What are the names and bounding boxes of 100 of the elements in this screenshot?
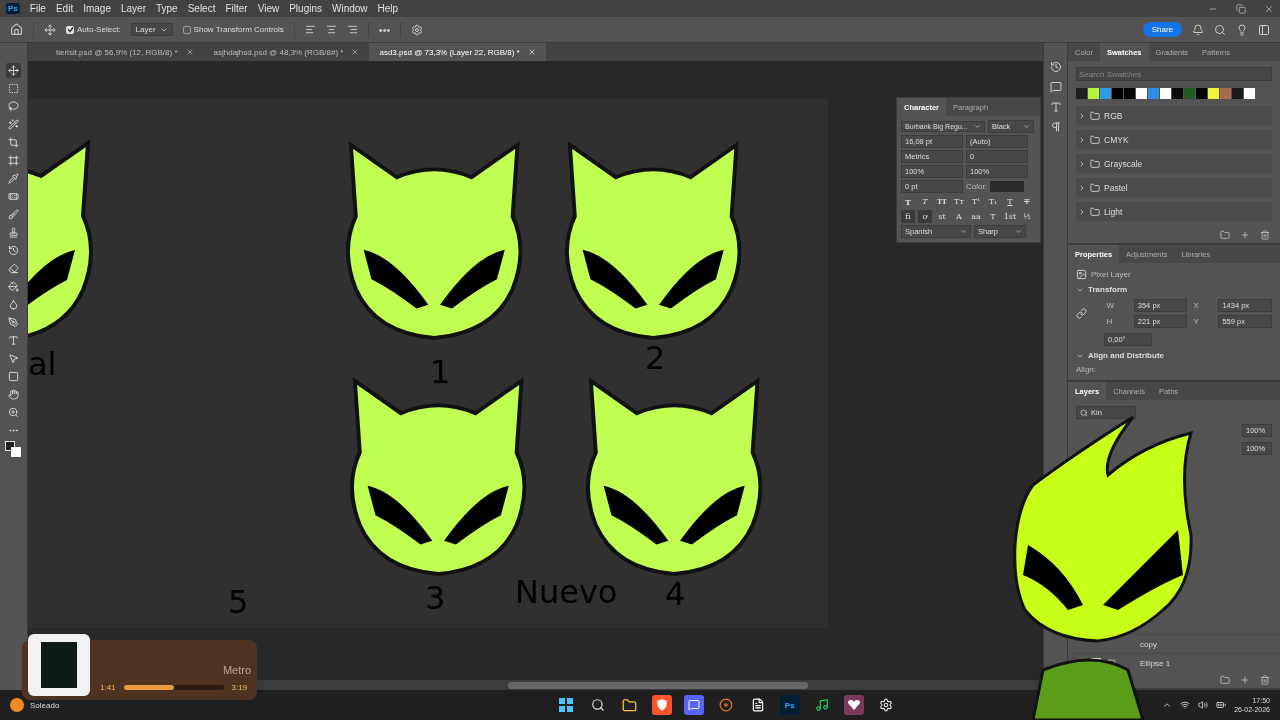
color-swatch[interactable] (1220, 88, 1231, 99)
color-field[interactable] (990, 181, 1025, 192)
color-swatch[interactable] (1184, 88, 1195, 99)
trash-icon[interactable] (1260, 675, 1270, 685)
transform-controls-checkbox[interactable]: Show Transform Controls (182, 25, 284, 34)
opentype-button[interactable]: T (986, 210, 1000, 223)
document-tab[interactable]: asjhdajhsd.psd @ 48,3% (RGB/8#) * (203, 43, 370, 61)
speaker-icon[interactable] (1198, 700, 1209, 710)
scrollbar-thumb[interactable] (508, 681, 808, 689)
color-swatch[interactable] (1124, 88, 1135, 99)
menu-item[interactable]: File (29, 3, 46, 14)
close-icon[interactable] (1264, 3, 1274, 14)
menu-item[interactable]: Type (155, 3, 178, 14)
swatch-folder[interactable]: CMYK (1076, 130, 1272, 149)
type-icon[interactable] (6, 333, 21, 348)
opentype-button[interactable]: aa (969, 210, 983, 223)
align-left-icon[interactable] (304, 24, 316, 35)
layer-dropdown[interactable]: Layer (130, 23, 173, 36)
swatch-folder[interactable]: Pastel (1076, 178, 1272, 197)
color-swatch[interactable] (1136, 88, 1147, 99)
taskbar-app-button[interactable]: Ps (779, 695, 800, 715)
home-icon[interactable] (10, 23, 23, 36)
wifi-icon[interactable] (1180, 700, 1191, 710)
color-swatch[interactable] (1112, 88, 1123, 99)
trash-icon[interactable] (1260, 230, 1270, 240)
crop-icon[interactable] (6, 135, 21, 150)
panel-icon[interactable] (1258, 23, 1270, 36)
comment-icon[interactable] (1049, 81, 1062, 93)
opentype-button[interactable]: fi (901, 210, 915, 223)
lightbulb-icon[interactable] (1236, 23, 1248, 36)
zoom-icon[interactable] (6, 405, 21, 420)
opentype-button[interactable]: A (952, 210, 966, 223)
eraser-icon[interactable] (6, 261, 21, 276)
marquee-icon[interactable] (6, 81, 21, 96)
progress-track[interactable] (123, 685, 224, 690)
stamp-icon[interactable] (6, 225, 21, 240)
swatch-folder[interactable]: RGB (1076, 106, 1272, 125)
color-swatch[interactable] (1232, 88, 1243, 99)
bell-icon[interactable] (1192, 23, 1204, 36)
frame-icon[interactable] (6, 153, 21, 168)
color-swatch[interactable] (1244, 88, 1255, 99)
color-swatch[interactable] (1100, 88, 1111, 99)
opentype-button[interactable]: ½ (1020, 210, 1034, 223)
color-swatch[interactable] (1160, 88, 1171, 99)
document-tab[interactable]: asd3.psd @ 73,3% (Layer 22, RGB/8) * (369, 43, 546, 61)
text-style-button[interactable]: Tт (952, 195, 966, 208)
text-style-button[interactable]: T (918, 195, 932, 208)
lasso-icon[interactable] (6, 99, 21, 114)
close-icon[interactable] (351, 48, 360, 56)
history-icon[interactable] (1049, 61, 1062, 73)
chat-icon[interactable] (683, 695, 704, 715)
color-swatch[interactable] (1208, 88, 1219, 99)
restore-icon[interactable] (1236, 3, 1246, 14)
hand-icon[interactable] (6, 387, 21, 402)
menu-item[interactable]: Plugins (289, 3, 322, 14)
menu-item[interactable]: Image (83, 3, 111, 14)
menu-item[interactable]: Window (332, 3, 368, 14)
opentype-button[interactable]: 1st (1003, 210, 1017, 223)
add-icon[interactable] (1240, 675, 1250, 685)
menu-item[interactable]: Help (377, 3, 399, 14)
chevron-icon[interactable] (1162, 700, 1173, 710)
eyedropper-icon[interactable] (6, 171, 21, 186)
menu-item[interactable]: View (257, 3, 280, 14)
menu-item[interactable]: Filter (225, 3, 248, 14)
pointer-icon[interactable] (6, 351, 21, 366)
color-swatch[interactable] (1088, 88, 1099, 99)
color-swatch[interactable] (1196, 88, 1207, 99)
share-button[interactable]: Share (1142, 22, 1182, 37)
brush-icon[interactable] (6, 207, 21, 222)
text-style-button[interactable]: T₁ (986, 195, 1000, 208)
more-options-button[interactable]: ••• (378, 23, 391, 36)
align-center-icon[interactable] (325, 24, 337, 35)
color-swatch[interactable] (1076, 88, 1087, 99)
add-icon[interactable] (1240, 230, 1250, 240)
magic-wand-icon[interactable] (6, 117, 21, 132)
battery-icon[interactable] (1216, 700, 1227, 710)
text-style-button[interactable]: T (901, 195, 915, 208)
paint-bucket-icon[interactable] (6, 279, 21, 294)
paragraph-icon[interactable] (1049, 121, 1062, 133)
close-icon[interactable] (185, 48, 194, 56)
swatch-folder[interactable]: Light (1076, 202, 1272, 221)
history-brush-icon[interactable] (6, 243, 21, 258)
rectangle-icon[interactable] (6, 369, 21, 384)
align-right-icon[interactable] (346, 24, 358, 35)
shield-icon[interactable] (651, 695, 672, 715)
color-swatch[interactable] (1172, 88, 1183, 99)
swatch-folder[interactable]: Grayscale (1076, 154, 1272, 173)
close-icon[interactable] (527, 48, 536, 56)
text-style-button[interactable]: T (1003, 195, 1017, 208)
move-icon[interactable] (6, 63, 21, 78)
opentype-button[interactable]: st (935, 210, 949, 223)
text-style-button[interactable]: T (1020, 195, 1034, 208)
menu-item[interactable]: Select (187, 3, 216, 14)
auto-select-checkbox[interactable]: Auto-Select: (66, 25, 121, 34)
document-tab[interactable]: tierlsit.psd @ 56,9% (12, RGB/8) * (46, 43, 204, 61)
move-icon[interactable] (44, 23, 56, 36)
character-icon[interactable] (1049, 101, 1062, 113)
opentype-button[interactable]: ơ (918, 210, 932, 223)
text-style-button[interactable]: T¹ (969, 195, 983, 208)
link-icon[interactable] (1076, 308, 1087, 319)
